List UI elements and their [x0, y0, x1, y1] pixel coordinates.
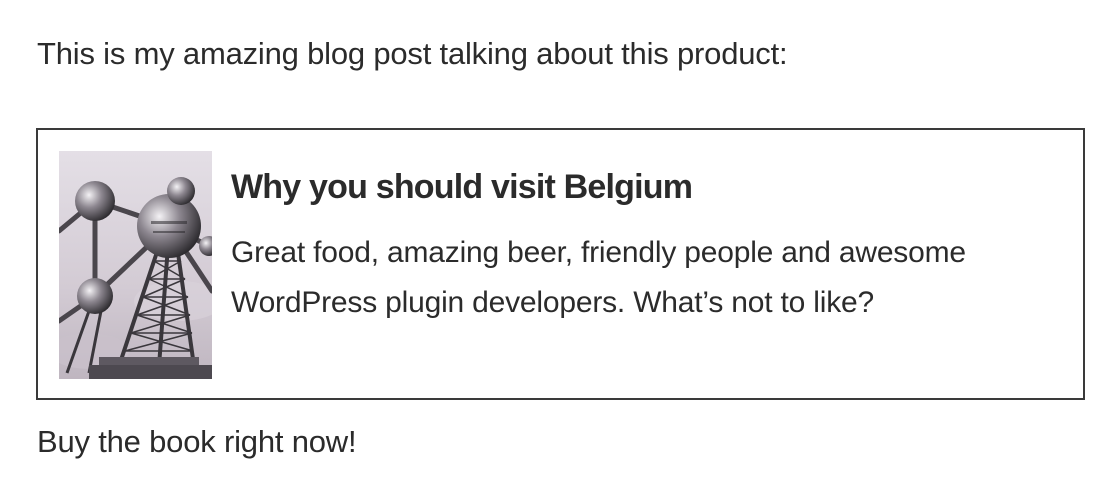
outro-paragraph: Buy the book right now!	[37, 424, 357, 459]
card-title-link[interactable]: Why you should visit Belgium	[231, 166, 693, 208]
card-thumbnail-image[interactable]	[59, 151, 212, 379]
product-embed-card[interactable]: Why you should visit Belgium Great food,…	[36, 128, 1085, 400]
intro-paragraph: This is my amazing blog post talking abo…	[37, 36, 788, 71]
atomium-photo	[59, 151, 212, 379]
card-description: Great food, amazing beer, friendly peopl…	[231, 236, 966, 319]
